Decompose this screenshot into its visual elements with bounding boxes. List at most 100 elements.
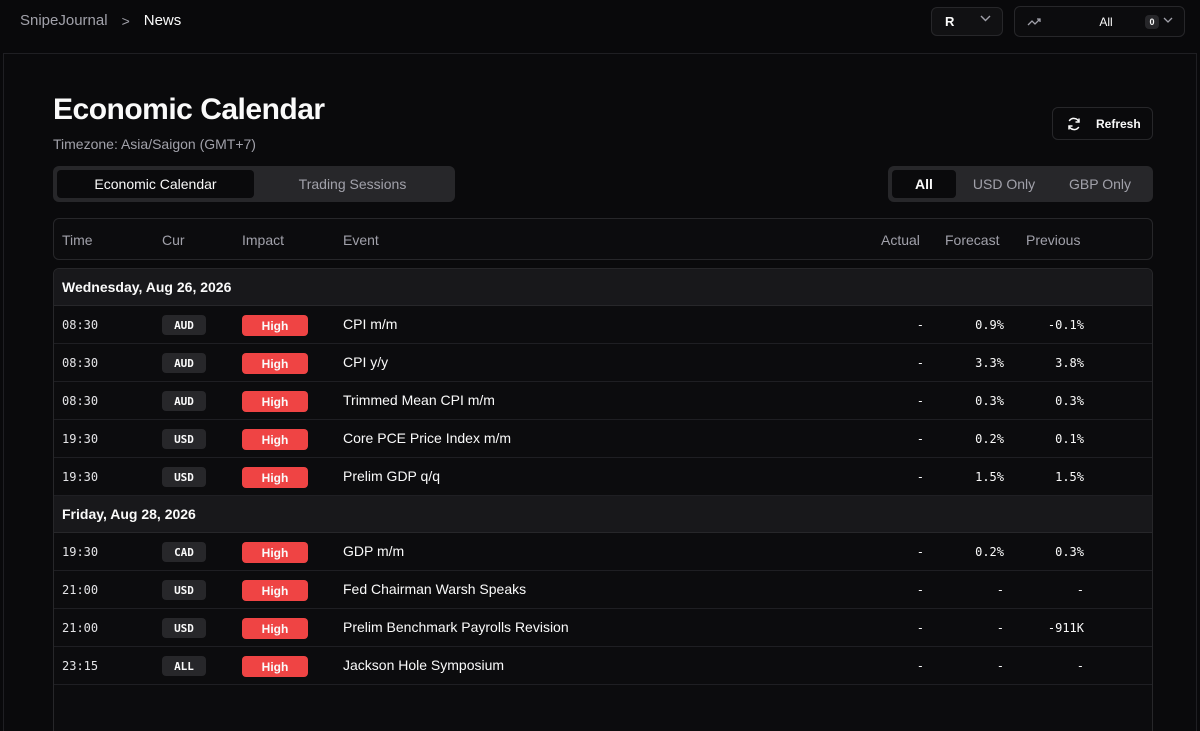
table-header: Time Cur Impact Event Actual Forecast Pr… xyxy=(53,218,1153,260)
row-time: 19:30 xyxy=(62,432,99,446)
calendar-table: Wednesday, Aug 26, 2026 08:30 AUD High CPI m… xyxy=(53,268,1153,731)
filter-usd-button[interactable]: USD Only xyxy=(960,170,1048,198)
header-actual: Actual xyxy=(881,232,920,248)
timezone-label: Timezone: Asia/Saigon (GMT+7) xyxy=(53,136,256,152)
currency-badge: AUD xyxy=(162,353,206,373)
event-name: Jackson Hole Symposium xyxy=(343,657,505,673)
row-time: 08:30 xyxy=(62,318,99,332)
breadcrumb: SnipeJournal > News xyxy=(20,12,181,29)
event-name: Fed Chairman Warsh Speaks xyxy=(343,581,527,597)
filter-select[interactable]: All 0 xyxy=(1014,6,1185,37)
header-time: Time xyxy=(62,232,93,248)
actual-value: - xyxy=(916,318,924,332)
header-event: Event xyxy=(343,232,379,248)
row-time: 19:30 xyxy=(62,470,99,484)
forecast-value: 0.2% xyxy=(975,545,1004,559)
forecast-value: - xyxy=(996,583,1004,597)
actual-value: - xyxy=(916,432,924,446)
actual-value: - xyxy=(916,659,924,673)
refresh-button[interactable]: Refresh xyxy=(1052,107,1153,140)
page-title: Economic Calendar xyxy=(53,93,325,126)
date-group-header: Wednesday, Aug 26, 2026 xyxy=(54,269,1152,306)
actual-value: - xyxy=(916,470,924,484)
previous-value: 0.3% xyxy=(1055,545,1084,559)
previous-value: 0.3% xyxy=(1055,394,1084,408)
impact-badge: High xyxy=(242,542,308,563)
table-row[interactable]: 21:00 USD High Prelim Benchmark Payrolls Re… xyxy=(54,609,1152,647)
currency-badge: CAD xyxy=(162,542,206,562)
view-tabs: Economic Calendar Trading Sessions xyxy=(53,166,455,202)
table-row[interactable]: 19:30 USD High Core PCE Price Index m/m - 0.2… xyxy=(54,420,1152,458)
currency-badge: USD xyxy=(162,580,206,600)
account-label: R xyxy=(945,14,955,29)
header-impact: Impact xyxy=(242,232,285,248)
currency-badge: USD xyxy=(162,429,206,449)
table-row[interactable]: 23:15 ALL High Jackson Hole Symposium - - - xyxy=(54,647,1152,685)
currency-badge: ALL xyxy=(162,656,206,676)
tab-trading-sessions[interactable]: Trading Sessions xyxy=(254,170,451,198)
previous-value: -911K xyxy=(1047,621,1084,635)
impact-badge: High xyxy=(242,618,308,639)
currency-badge: AUD xyxy=(162,391,206,411)
currency-filter: All USD Only GBP Only xyxy=(888,166,1153,202)
actual-value: - xyxy=(916,583,924,597)
impact-badge: High xyxy=(242,353,308,374)
impact-badge: High xyxy=(242,656,308,677)
forecast-value: - xyxy=(996,659,1004,673)
header-cur: Cur xyxy=(162,232,185,248)
event-name: Core PCE Price Index m/m xyxy=(343,430,512,446)
previous-value: 1.5% xyxy=(1055,470,1084,484)
table-row[interactable]: 08:30 AUD High Trimmed Mean CPI m/m - 0.3% 0.3… xyxy=(54,382,1152,420)
chevron-down-icon xyxy=(1163,17,1173,23)
row-time: 19:30 xyxy=(62,545,99,559)
forecast-value: 0.3% xyxy=(975,394,1004,408)
header-forecast: Forecast xyxy=(945,232,1000,248)
event-name: CPI y/y xyxy=(343,354,389,370)
previous-value: 3.8% xyxy=(1055,356,1084,370)
tab-economic-calendar[interactable]: Economic Calendar xyxy=(57,170,254,198)
previous-value: - xyxy=(1076,659,1084,673)
header-previous: Previous xyxy=(1026,232,1081,248)
forecast-value: 0.2% xyxy=(975,432,1004,446)
breadcrumb-current: News xyxy=(143,12,182,29)
row-time: 23:15 xyxy=(62,659,99,673)
forecast-value: - xyxy=(996,621,1004,635)
table-row[interactable]: 21:00 USD High Fed Chairman Warsh Speaks - - - xyxy=(54,571,1152,609)
table-row[interactable]: 08:30 AUD High CPI y/y - 3.3% 3.8% xyxy=(54,344,1152,382)
event-name: Prelim GDP q/q xyxy=(343,468,440,484)
trend-icon xyxy=(1027,16,1041,30)
event-name: GDP m/m xyxy=(343,543,405,559)
currency-badge: USD xyxy=(162,618,206,638)
filter-all-button[interactable]: All xyxy=(892,170,956,198)
chevron-down-icon xyxy=(980,15,991,24)
refresh-label: Refresh xyxy=(1096,117,1141,131)
filter-gbp-button[interactable]: GBP Only xyxy=(1052,170,1148,198)
currency-badge: USD xyxy=(162,467,206,487)
forecast-value: 1.5% xyxy=(975,470,1004,484)
event-name: Prelim Benchmark Payrolls Revision xyxy=(343,619,569,635)
actual-value: - xyxy=(916,356,924,370)
table-row[interactable]: 19:30 CAD High GDP m/m - 0.2% 0.3% xyxy=(54,533,1152,571)
actual-value: - xyxy=(916,545,924,559)
row-time: 08:30 xyxy=(62,356,99,370)
actual-value: - xyxy=(916,621,924,635)
forecast-value: 3.3% xyxy=(975,356,1004,370)
previous-value: -0.1% xyxy=(1047,318,1084,332)
impact-badge: High xyxy=(242,467,308,488)
breadcrumb-app[interactable]: SnipeJournal xyxy=(20,12,108,29)
previous-value: 0.1% xyxy=(1055,432,1084,446)
filter-label: All xyxy=(1099,15,1113,29)
currency-badge: AUD xyxy=(162,315,206,335)
top-bar: SnipeJournal > News R All 0 xyxy=(0,0,1200,43)
account-select[interactable]: R xyxy=(931,7,1003,36)
impact-badge: High xyxy=(242,391,308,412)
breadcrumb-separator: > xyxy=(121,12,130,29)
impact-badge: High xyxy=(242,429,308,450)
previous-value: - xyxy=(1076,583,1084,597)
table-row[interactable]: 19:30 USD High Prelim GDP q/q - 1.5% 1.5% xyxy=(54,458,1152,496)
impact-badge: High xyxy=(242,315,308,336)
event-name: CPI m/m xyxy=(343,316,398,332)
table-row[interactable]: 08:30 AUD High CPI m/m - 0.9% -0.1% xyxy=(54,306,1152,344)
forecast-value: 0.9% xyxy=(975,318,1004,332)
row-time: 21:00 xyxy=(62,621,99,635)
